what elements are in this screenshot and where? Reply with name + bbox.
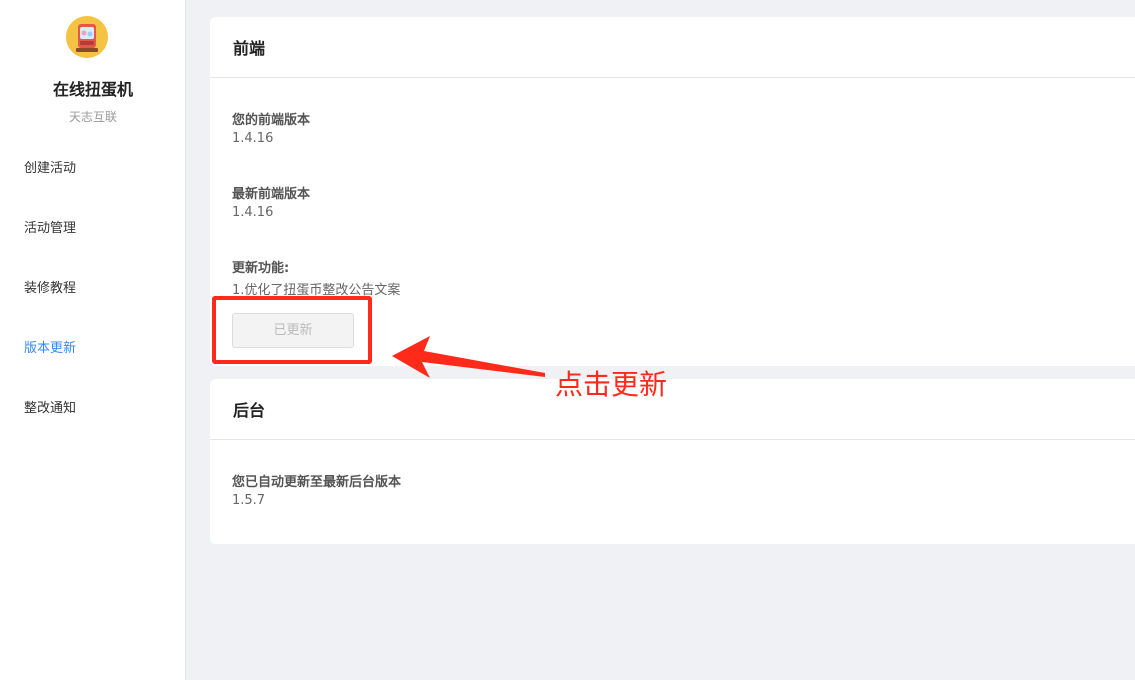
sidebar: 在线扭蛋机 天志互联 创建活动 活动管理 装修教程 版本更新 整改通知: [0, 0, 186, 680]
current-frontend-version-value: 1.4.16: [232, 131, 274, 146]
sidebar-item-create-activity[interactable]: 创建活动: [24, 160, 76, 178]
annotation-text: 点击更新: [555, 368, 668, 401]
backend-status-label: 您已自动更新至最新后台版本: [232, 475, 402, 490]
app-name: 在线扭蛋机: [52, 80, 133, 99]
backend-card: 后台 您已自动更新至最新后台版本 1.5.7: [210, 379, 1135, 544]
sidebar-item-activity-management[interactable]: 活动管理: [24, 220, 76, 238]
update-features-label: 更新功能:: [232, 261, 290, 276]
latest-frontend-version-label: 最新前端版本: [232, 187, 311, 202]
latest-frontend-version-value: 1.4.16: [232, 205, 274, 220]
backend-version-value: 1.5.7: [232, 493, 266, 508]
annotation-highlight-box: [212, 296, 372, 364]
backend-card-title: 后台: [210, 379, 1135, 440]
app-subtitle: 天志互联: [68, 110, 117, 124]
current-frontend-version-label: 您的前端版本: [232, 113, 311, 128]
app-root: 在线扭蛋机 天志互联 创建活动 活动管理 装修教程 版本更新 整改通知 前端 您…: [0, 0, 1135, 680]
annotation-arrow-icon: [392, 336, 545, 378]
gashapon-logo-icon: [66, 16, 108, 58]
sidebar-item-version-update[interactable]: 版本更新: [24, 340, 76, 358]
sidebar-item-decoration-tutorial[interactable]: 装修教程: [24, 280, 76, 298]
frontend-card-title: 前端: [210, 17, 1135, 78]
sidebar-item-rectification-notice[interactable]: 整改通知: [24, 400, 76, 418]
